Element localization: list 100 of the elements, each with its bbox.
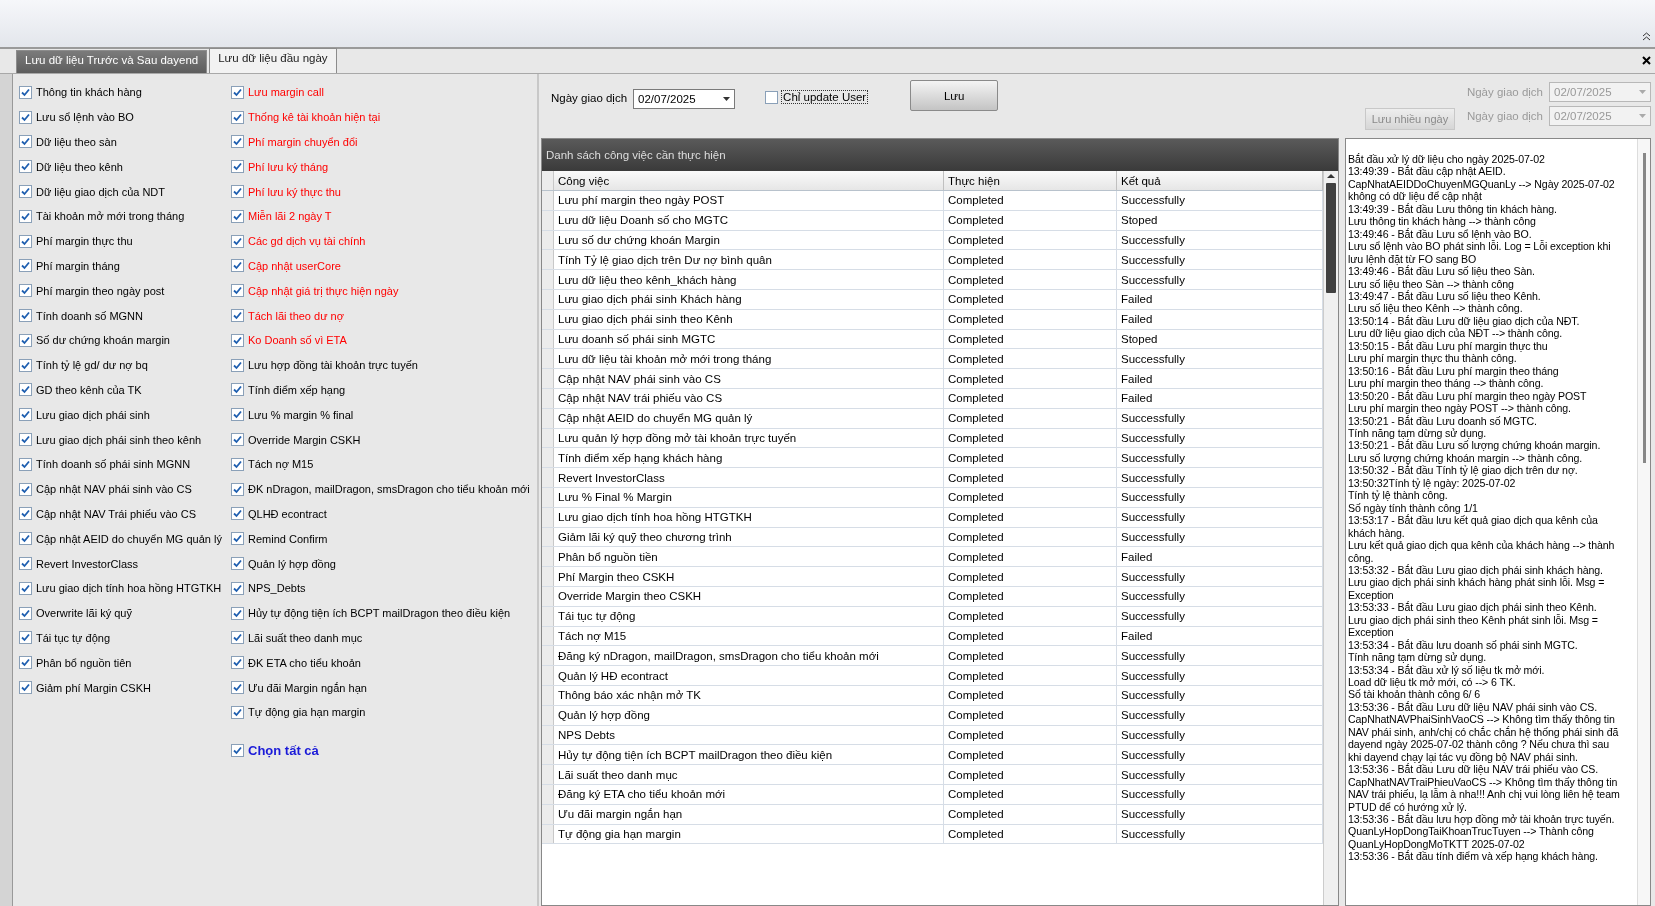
checkbox[interactable] (231, 681, 244, 694)
table-cell: Completed (944, 765, 1117, 784)
scrollbar[interactable] (1323, 171, 1338, 905)
checkbox[interactable] (19, 259, 32, 273)
checkbox[interactable] (231, 631, 244, 645)
checkbox[interactable] (19, 631, 32, 645)
checkbox[interactable] (231, 656, 244, 670)
checkbox[interactable] (19, 309, 32, 323)
log-line: Lưu phí margin theo ngày POST --> thành công. (1348, 402, 1572, 415)
tab[interactable]: Lưu dữ liệu đầu ngày (209, 48, 337, 73)
checkbox[interactable] (231, 532, 244, 546)
option-label: Ưu đãi Margin ngắn hạn (248, 681, 367, 694)
table-cell: Phí Margin theo CSKH (554, 567, 944, 586)
checkbox[interactable] (19, 383, 32, 397)
checkbox[interactable] (231, 581, 244, 595)
checkbox[interactable] (231, 606, 244, 620)
checkbox[interactable] (19, 85, 32, 99)
checkbox[interactable] (19, 482, 32, 496)
log-line: Lưu giao dịch phái sinh khách hàng phát sinh lỗi. Msg = (1348, 576, 1606, 589)
log-line: 13:49:39 - Bắt đầu cập nhật AEID. (1348, 165, 1507, 178)
option-label: Phí margin thực thu (36, 235, 133, 248)
table-cell: Completed (944, 329, 1117, 349)
only-user-label[interactable]: Chỉ update User (781, 90, 869, 104)
checkbox[interactable] (231, 135, 244, 149)
checkbox[interactable] (231, 160, 244, 174)
collapse-icon[interactable] (1642, 32, 1651, 41)
checkbox[interactable] (19, 234, 32, 248)
table-cell: Completed (944, 784, 1117, 804)
checkbox[interactable] (231, 259, 244, 273)
table-cell: Completed (944, 388, 1117, 408)
checkbox[interactable] (19, 532, 32, 546)
scroll-thumb[interactable] (1642, 153, 1646, 463)
log-line: Số tài khoản thành công 6/ 6 (1348, 688, 1482, 701)
checkbox[interactable] (231, 408, 244, 422)
save-button[interactable]: Lưu (910, 80, 999, 111)
log-line: Load dữ liệu tk mở mới, có --> 6 TK. (1348, 676, 1517, 689)
date-label: Ngày giao dịch (1466, 110, 1543, 122)
checkbox[interactable] (19, 110, 32, 124)
dropdown-caret-icon[interactable] (723, 97, 731, 101)
checkbox[interactable] (19, 656, 32, 670)
checkbox[interactable] (231, 358, 244, 372)
checkbox[interactable] (231, 457, 244, 471)
checkbox[interactable] (231, 185, 244, 199)
table-cell: Completed (944, 369, 1117, 388)
checkbox[interactable] (231, 110, 244, 124)
scrollbar[interactable] (1637, 139, 1650, 905)
checkbox[interactable] (231, 85, 244, 99)
table-cell: Completed (944, 547, 1117, 567)
checkbox[interactable] (19, 606, 32, 620)
option-label: Phí margin tháng (36, 259, 120, 272)
checkbox[interactable] (19, 507, 32, 521)
table-cell: Completed (944, 626, 1117, 646)
checkbox[interactable] (19, 185, 32, 199)
checkbox[interactable] (19, 358, 32, 372)
checkbox[interactable] (19, 160, 32, 174)
checkbox[interactable] (231, 557, 244, 571)
table-cell: NPS Debts (554, 725, 944, 745)
option-label: Tài khoản mở mới trong tháng (36, 210, 185, 223)
checkbox[interactable] (231, 705, 244, 719)
checkbox[interactable] (19, 408, 32, 422)
checkbox[interactable] (231, 234, 244, 248)
scroll-thumb[interactable] (1326, 183, 1336, 293)
checkbox[interactable] (231, 309, 244, 323)
checkbox[interactable] (19, 284, 32, 298)
checkbox[interactable] (231, 383, 244, 397)
checkbox[interactable] (19, 557, 32, 571)
table-cell: Hủy tự động tiện ích BCPT mailDragon theo điều kiện (554, 745, 944, 765)
checkbox[interactable] (19, 581, 32, 595)
log-line: QuanLyHopDongMoTKTT 2025-07-02 (1348, 837, 1526, 851)
checkbox[interactable] (19, 333, 32, 347)
scroll-up-icon[interactable] (1327, 171, 1335, 181)
checkbox[interactable] (231, 284, 244, 298)
option-label: Miễn lãi 2 ngày T (248, 210, 332, 223)
option-label: GD theo kênh của TK (36, 383, 142, 396)
checkbox[interactable] (19, 457, 32, 471)
select-all-label[interactable]: Chọn tất cả (248, 742, 319, 758)
log-line: khách hàng. (1348, 526, 1406, 540)
log-line: Lưu phí margin thực thu thành công. (1348, 352, 1518, 365)
checkbox[interactable] (231, 507, 244, 521)
checkbox[interactable] (231, 333, 244, 347)
checkbox[interactable] (19, 209, 32, 223)
checkbox[interactable] (231, 433, 244, 447)
option-label: Lãi suất theo danh mục (248, 631, 363, 644)
option-label: Lưu % margin % final (248, 408, 354, 421)
table-cell: Đăng ký ETA cho tiểu khoản mới (554, 784, 944, 804)
checkbox[interactable] (19, 433, 32, 447)
tab[interactable]: Lưu dữ liệu Trước và Sau dayend (16, 50, 208, 73)
column-header[interactable]: Công việc (554, 171, 944, 190)
checkbox[interactable] (231, 209, 244, 223)
column-header[interactable]: Thực hiện (944, 171, 1117, 190)
checkbox[interactable] (231, 743, 244, 757)
option-label: Dữ liệu theo kênh (36, 160, 123, 173)
table-cell: Completed (944, 309, 1117, 329)
table-cell: Completed (944, 408, 1117, 428)
checkbox[interactable] (231, 482, 244, 496)
checkbox[interactable] (19, 135, 32, 149)
checkbox[interactable] (19, 681, 32, 694)
table-cell: Completed (944, 210, 1117, 230)
checkbox[interactable] (765, 90, 779, 104)
date-field[interactable]: 02/07/2025 (633, 89, 736, 109)
